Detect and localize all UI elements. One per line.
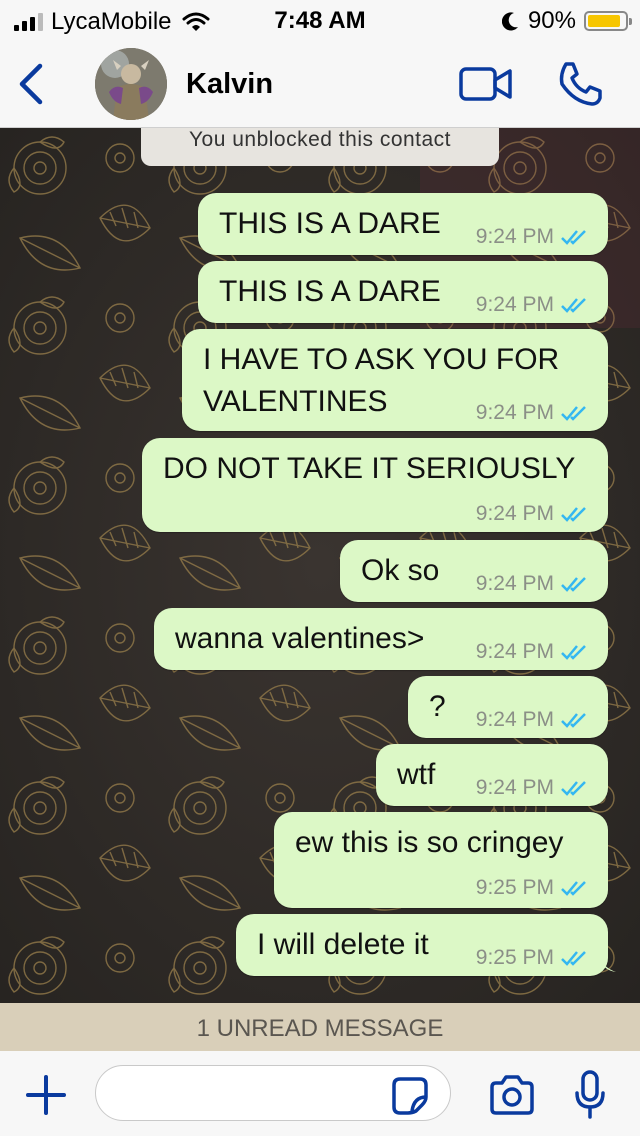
message-time: 9:24 PM [475, 502, 554, 525]
double-check-icon [561, 230, 586, 245]
message-bubble[interactable]: wanna valentines> 9:24 PM [154, 608, 608, 670]
message-text: ? [429, 690, 446, 723]
message-meta: 9:24 PM [476, 401, 588, 425]
message-time: 9:25 PM [475, 946, 554, 969]
message-meta: 9:24 PM [476, 640, 588, 664]
message-time: 9:24 PM [475, 708, 554, 731]
message-time: 9:24 PM [475, 572, 554, 595]
message-bubble[interactable]: THIS IS A DARE 9:24 PM [198, 261, 608, 323]
message-text: wanna valentines> [175, 622, 425, 655]
message-text: wtf [397, 758, 436, 791]
plus-icon[interactable] [24, 1073, 68, 1117]
message-text: THIS IS A DARE [219, 207, 441, 240]
battery-fill [588, 15, 621, 27]
double-check-icon [561, 406, 586, 421]
message-time: 9:24 PM [475, 293, 554, 316]
message-text: ew this is so cringey [295, 826, 564, 859]
double-check-icon [561, 781, 586, 796]
system-note: You unblocked this contact [141, 128, 499, 166]
double-check-icon [561, 577, 586, 592]
message-bubble[interactable]: DO NOT TAKE IT SERIOUSLY 9:24 PM [142, 438, 608, 532]
message-meta: 9:25 PM [476, 946, 588, 970]
message-bubble[interactable]: I HAVE TO ASK YOU FOR VALENTINES 9:24 PM [182, 329, 608, 431]
message-meta: 9:25 PM [476, 876, 588, 900]
message-meta: 9:24 PM [476, 293, 588, 317]
phone-icon[interactable] [556, 60, 604, 108]
double-check-icon [561, 881, 586, 896]
avatar-image [95, 48, 167, 120]
message-text-line2: VALENTINES [203, 385, 388, 418]
microphone-icon[interactable] [574, 1069, 606, 1121]
double-check-icon [561, 507, 586, 522]
message-text-line1: I HAVE TO ASK YOU FOR [203, 343, 560, 376]
double-check-icon [561, 645, 586, 660]
message-bubble[interactable]: ? 9:24 PM [408, 676, 608, 738]
message-text: DO NOT TAKE IT SERIOUSLY [163, 452, 576, 485]
message-text: Ok so [361, 554, 440, 587]
chat-area[interactable]: You unblocked this contact THIS IS A DAR… [0, 128, 640, 1003]
message-meta: 9:24 PM [476, 776, 588, 800]
double-check-icon [561, 951, 586, 966]
battery-icon [584, 11, 632, 31]
video-call-icon[interactable] [458, 64, 514, 104]
message-time: 9:24 PM [475, 225, 554, 248]
message-time: 9:24 PM [475, 776, 554, 799]
input-bar [0, 1051, 640, 1136]
message-bubble[interactable]: wtf 9:24 PM [376, 744, 608, 806]
contact-avatar[interactable] [95, 48, 167, 120]
status-right: 90% [501, 7, 632, 35]
double-check-icon [561, 298, 586, 313]
message-text: THIS IS A DARE [219, 275, 441, 308]
bubble-tail [598, 956, 616, 972]
status-bar: LycaMobile 7:48 AM 90% [0, 0, 640, 40]
message-bubble[interactable]: THIS IS A DARE 9:24 PM [198, 193, 608, 255]
message-meta: 9:24 PM [476, 502, 588, 526]
moon-icon [501, 12, 518, 31]
message-time: 9:24 PM [475, 640, 554, 663]
message-bubble[interactable]: ew this is so cringey 9:25 PM [274, 812, 608, 908]
message-meta: 9:24 PM [476, 708, 588, 732]
sticker-icon[interactable] [390, 1075, 430, 1115]
message-time: 9:24 PM [475, 401, 554, 424]
message-meta: 9:24 PM [476, 572, 588, 596]
message-meta: 9:24 PM [476, 225, 588, 249]
message-text: I will delete it [257, 928, 429, 961]
chat-header: Kalvin [0, 40, 640, 128]
message-time: 9:25 PM [475, 876, 554, 899]
message-bubble[interactable]: I will delete it 9:25 PM [236, 914, 616, 976]
message-bubble[interactable]: Ok so 9:24 PM [340, 540, 608, 602]
contact-name[interactable]: Kalvin [186, 68, 273, 101]
battery-percent: 90% [527, 7, 576, 34]
double-check-icon [561, 713, 586, 728]
unread-banner: 1 UNREAD MESSAGE [0, 1003, 640, 1051]
back-chevron-icon[interactable] [12, 60, 52, 108]
camera-icon[interactable] [488, 1073, 536, 1117]
